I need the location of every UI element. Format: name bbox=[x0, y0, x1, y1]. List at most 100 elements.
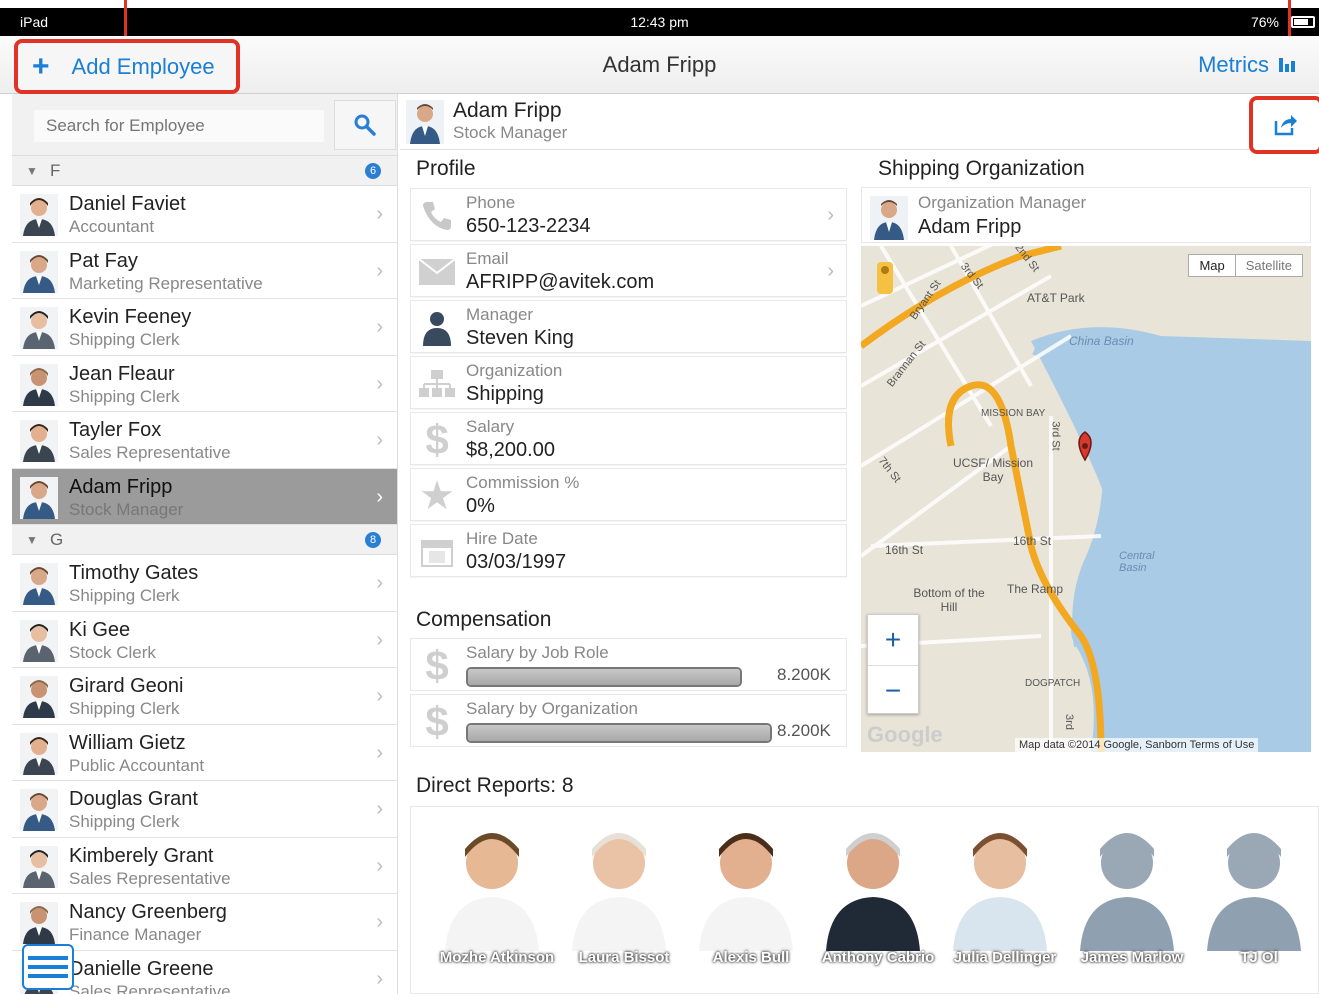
organization-manager-name: Adam Fripp bbox=[918, 216, 1022, 238]
search-input[interactable] bbox=[34, 110, 324, 142]
employee-list-item[interactable]: Kevin Feeney Shipping Clerk › bbox=[12, 299, 397, 356]
employee-list-role: Sales Representative bbox=[69, 868, 231, 888]
share-button[interactable] bbox=[1249, 96, 1319, 154]
direct-report-card[interactable]: James Marlow bbox=[1062, 821, 1192, 981]
chevron-right-icon: › bbox=[827, 260, 834, 282]
map-label: 3rd bbox=[1062, 714, 1075, 730]
group-letter: G bbox=[50, 530, 64, 549]
metrics-button[interactable]: Metrics bbox=[1198, 52, 1295, 78]
employee-list-role: Shipping Clerk bbox=[69, 386, 180, 406]
direct-report-card[interactable]: Mozhe Atkinson bbox=[427, 821, 557, 981]
map-graphic bbox=[861, 246, 1311, 752]
employee-list-name: Daniel Faviet bbox=[69, 193, 186, 215]
chevron-right-icon: › bbox=[376, 485, 383, 508]
email-label: Email bbox=[466, 249, 509, 268]
chevron-right-icon: › bbox=[376, 372, 383, 395]
map-label: China Basin bbox=[1069, 334, 1134, 348]
chevron-right-icon: › bbox=[376, 572, 383, 594]
map-view[interactable]: Map Satellite AT&T Park China Basin MISS… bbox=[861, 246, 1311, 752]
direct-report-card[interactable]: Alexis Bull bbox=[681, 821, 811, 981]
organization-label: Organization bbox=[466, 361, 563, 380]
employee-list-name: Kimberely Grant bbox=[69, 844, 214, 867]
employee-role: Stock Manager bbox=[453, 123, 568, 142]
group-f-list: Daniel Faviet Accountant › Pat Fay Marketing… bbox=[12, 186, 397, 525]
salary-label: Salary bbox=[466, 417, 515, 436]
map-label: AT&T Park bbox=[1027, 291, 1085, 305]
employee-list-name: Danielle Greene bbox=[69, 957, 214, 980]
hire-date-label: Hire Date bbox=[466, 529, 538, 548]
employee-list-item[interactable]: Pat Fay Marketing Representative › bbox=[12, 242, 397, 299]
bar-chart-icon bbox=[1279, 58, 1295, 72]
direct-reports-heading: Direct Reports: 8 bbox=[416, 774, 574, 797]
employee-list-item[interactable]: Girard Geoni Shipping Clerk › bbox=[12, 668, 397, 725]
employee-header: Adam Fripp Stock Manager bbox=[400, 94, 1319, 150]
employee-list-role: Shipping Clerk bbox=[69, 330, 180, 349]
employee-list-item[interactable]: Kimberely Grant Sales Representative › bbox=[12, 837, 397, 894]
employee-list-item[interactable]: Timothy Gates Shipping Clerk › bbox=[12, 555, 397, 612]
map-label: The Ramp bbox=[1007, 582, 1064, 596]
manager-row: Manager Steven King bbox=[410, 300, 847, 353]
commission-value: 0% bbox=[466, 495, 495, 517]
direct-report-card[interactable]: Julia Dellinger bbox=[935, 821, 1065, 981]
direct-report-name: TJ Ol bbox=[1240, 949, 1278, 966]
dollar-icon: $ bbox=[425, 416, 449, 463]
avatar bbox=[20, 619, 58, 662]
zoom-in-button[interactable]: + bbox=[868, 615, 918, 665]
email-row[interactable]: Email AFRIPP@avitek.com › bbox=[410, 244, 847, 297]
commission-row: ★ Commission % 0% bbox=[410, 468, 847, 521]
chevron-right-icon: › bbox=[376, 967, 383, 990]
avatar bbox=[406, 100, 444, 144]
employee-list-role: Sales Representative bbox=[69, 443, 231, 462]
employee-list-item[interactable]: William Gietz Public Accountant › bbox=[12, 724, 397, 781]
metrics-label: Metrics bbox=[1198, 52, 1269, 77]
manager-value: Steven King bbox=[466, 327, 574, 349]
employee-list-name: Pat Fay bbox=[69, 249, 138, 272]
avatar bbox=[20, 363, 58, 406]
profile-heading: Profile bbox=[416, 157, 476, 180]
annotation-line-left bbox=[124, 0, 127, 38]
salary-by-organization-bar bbox=[466, 723, 772, 743]
employee-list-item[interactable]: Tayler Fox Sales Representative › bbox=[12, 412, 397, 469]
group-count-badge: 8 bbox=[365, 532, 381, 548]
direct-report-name: Laura Bissot bbox=[578, 949, 670, 966]
employee-list-role: Sales Representative bbox=[69, 981, 231, 994]
employee-list-pane: ▼ F 6 Daniel FavietAccountant›Pat FayMar… bbox=[12, 94, 398, 994]
employee-list-name: Girard Geoni bbox=[69, 675, 184, 697]
direct-report-card[interactable]: Laura Bissot bbox=[554, 821, 684, 981]
map-label: 16th St bbox=[1013, 534, 1052, 548]
share-icon bbox=[1274, 115, 1297, 136]
avatar bbox=[699, 833, 793, 951]
zoom-out-button[interactable]: − bbox=[868, 665, 918, 715]
search-button[interactable] bbox=[334, 100, 396, 150]
employee-list-item[interactable]: Jean Fleaur Shipping Clerk › bbox=[12, 355, 397, 412]
employee-list-role: Stock Clerk bbox=[69, 642, 156, 662]
direct-report-card[interactable]: TJ Ol bbox=[1189, 821, 1318, 981]
org-chart-icon bbox=[417, 365, 457, 403]
map-zoom-control: + − bbox=[867, 614, 919, 714]
map-label: UCSF/ Mission Bay bbox=[953, 456, 1034, 484]
employee-list-item[interactable]: Daniel Faviet Accountant › bbox=[12, 186, 397, 243]
employee-list-item[interactable]: Adam Fripp Stock Manager › bbox=[12, 468, 397, 525]
chevron-right-icon: › bbox=[376, 628, 383, 651]
employee-list-role: Stock Manager bbox=[69, 499, 184, 519]
map-label: DOGPATCH bbox=[1025, 678, 1081, 689]
dollar-icon: $ bbox=[425, 642, 449, 689]
google-logo: Google bbox=[867, 722, 943, 747]
map-type-map-button[interactable]: Map bbox=[1189, 255, 1234, 276]
chevron-right-icon: › bbox=[376, 203, 383, 225]
employee-list-item[interactable]: Nancy Greenberg Finance Manager › bbox=[12, 894, 397, 951]
direct-report-card[interactable]: Anthony Cabrio bbox=[808, 821, 938, 981]
map-type-satellite-button[interactable]: Satellite bbox=[1234, 255, 1302, 276]
employee-list-role: Shipping Clerk bbox=[69, 699, 180, 718]
group-header-g[interactable]: ▼ G 8 bbox=[12, 525, 397, 555]
employee-list-item[interactable]: Douglas Grant Shipping Clerk › bbox=[12, 781, 397, 838]
organization-manager-label: Organization Manager bbox=[918, 193, 1087, 212]
menu-button[interactable] bbox=[22, 944, 74, 990]
employee-list-item[interactable]: Ki Gee Stock Clerk › bbox=[12, 611, 397, 668]
phone-row[interactable]: Phone 650-123-2234 › bbox=[410, 188, 847, 241]
employee-list-name: Adam Fripp bbox=[69, 475, 173, 498]
avatar bbox=[20, 420, 58, 462]
group-header-f[interactable]: ▼ F 6 bbox=[12, 156, 397, 186]
map-label: 3rd St bbox=[1049, 421, 1062, 451]
organization-manager-row[interactable]: Organization Manager Adam Fripp bbox=[861, 187, 1311, 243]
